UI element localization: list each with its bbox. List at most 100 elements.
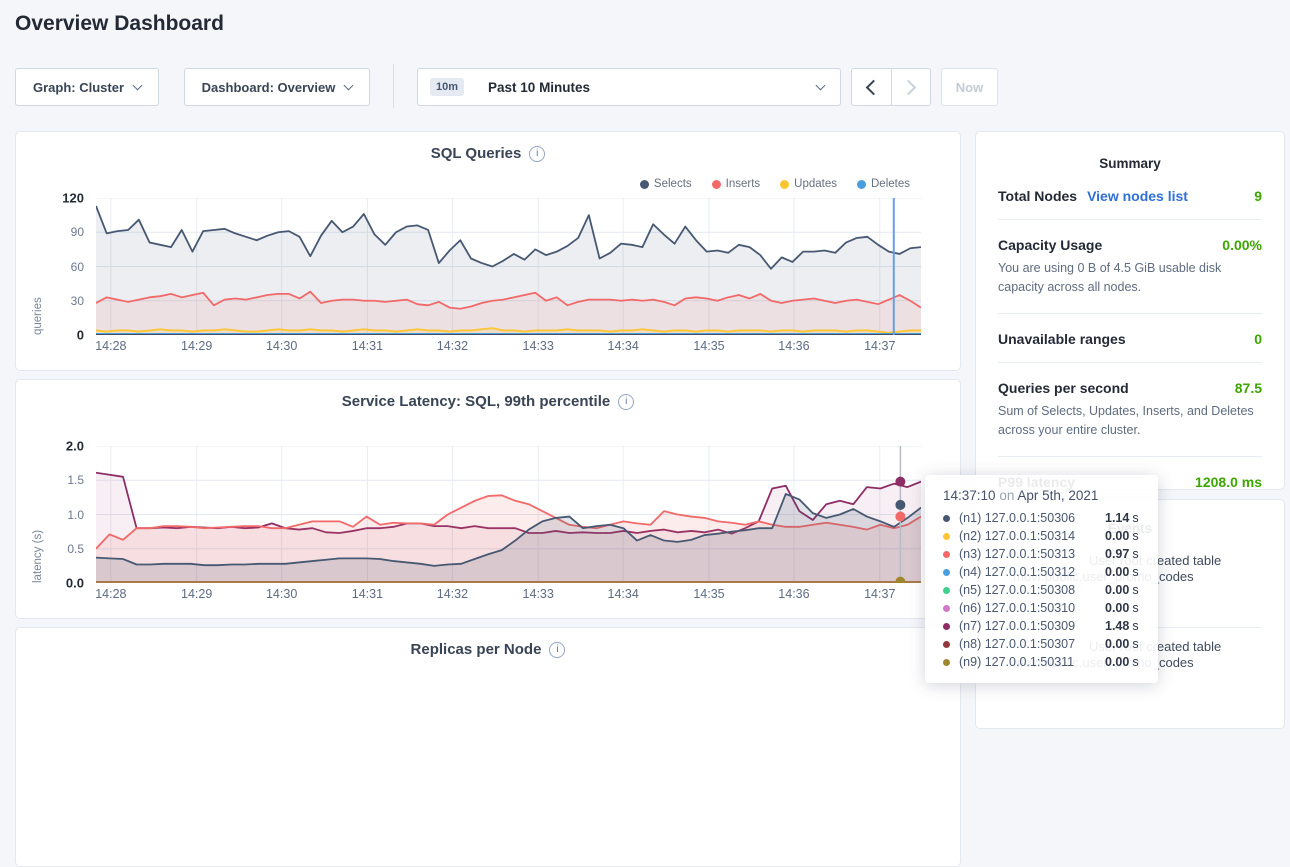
x-tick-label: 14:29 bbox=[172, 587, 222, 601]
y-tick-label: 1.0 bbox=[67, 508, 84, 522]
y-tick-label: 120 bbox=[62, 191, 84, 206]
next-range-button[interactable] bbox=[891, 68, 932, 106]
node-address: (n7) 127.0.0.1:50309 bbox=[959, 619, 1105, 633]
x-tick-label: 14:34 bbox=[598, 587, 648, 601]
legend-label: Updates bbox=[794, 178, 837, 190]
x-tick-label: 14:36 bbox=[769, 339, 819, 353]
x-tick-label: 14:33 bbox=[513, 339, 563, 353]
chart-hover-tooltip: 14:37:10 on Apr 5th, 2021 (n1) 127.0.0.1… bbox=[925, 475, 1158, 683]
node-color-dot bbox=[943, 623, 950, 630]
x-tick-label: 14:34 bbox=[598, 339, 648, 353]
node-latency-value: 0.00 bbox=[1105, 601, 1129, 615]
node-color-dot bbox=[943, 605, 950, 612]
total-nodes-label: Total Nodes bbox=[998, 188, 1077, 204]
node-latency-value: 1.14 bbox=[1105, 511, 1129, 525]
y-tick-label: 2.0 bbox=[66, 439, 84, 454]
node-latency-unit: s bbox=[1132, 655, 1138, 669]
service-latency-plot[interactable] bbox=[96, 446, 921, 583]
x-tick-label: 14:31 bbox=[342, 339, 392, 353]
chart-title: Replicas per Node bbox=[411, 641, 542, 658]
tooltip-node-row: (n5) 127.0.0.1:503080.00s bbox=[943, 581, 1146, 599]
node-color-dot bbox=[943, 533, 950, 540]
legend-item-updates[interactable]: Updates bbox=[780, 178, 837, 190]
legend-dot bbox=[712, 180, 721, 189]
node-latency-unit: s bbox=[1132, 583, 1138, 597]
capacity-usage-desc: You are using 0 B of 4.5 GiB usable disk… bbox=[998, 259, 1262, 298]
node-latency-unit: s bbox=[1132, 601, 1138, 615]
node-address: (n2) 127.0.0.1:50314 bbox=[959, 529, 1105, 543]
node-latency-value: 0.00 bbox=[1105, 583, 1129, 597]
toolbar-divider bbox=[393, 64, 394, 108]
node-color-dot bbox=[943, 551, 950, 558]
page-title: Overview Dashboard bbox=[15, 12, 224, 36]
chevron-right-icon bbox=[901, 79, 917, 95]
x-axis-ticks: 14:2814:2914:3014:3114:3214:3314:3414:35… bbox=[96, 339, 921, 355]
unavailable-ranges-label: Unavailable ranges bbox=[998, 331, 1126, 347]
x-tick-label: 14:29 bbox=[172, 339, 222, 353]
prev-range-button[interactable] bbox=[851, 68, 891, 106]
legend-item-inserts[interactable]: Inserts bbox=[712, 178, 761, 190]
node-latency-value: 0.97 bbox=[1105, 547, 1129, 561]
p99-latency-value: 1208.0 ms bbox=[1195, 474, 1262, 490]
view-nodes-list-link[interactable]: View nodes list bbox=[1087, 188, 1188, 204]
y-tick-label: 60 bbox=[71, 260, 84, 274]
tooltip-node-row: (n2) 127.0.0.1:503140.00s bbox=[943, 527, 1146, 545]
legend-item-selects[interactable]: Selects bbox=[640, 178, 692, 190]
node-color-dot bbox=[943, 587, 950, 594]
legend-label: Deletes bbox=[871, 178, 910, 190]
x-tick-label: 14:32 bbox=[427, 339, 477, 353]
tooltip-node-row: (n9) 127.0.0.1:503110.00s bbox=[943, 653, 1146, 671]
dashboard-dropdown[interactable]: Dashboard: Overview bbox=[184, 68, 370, 106]
x-tick-label: 14:36 bbox=[769, 587, 819, 601]
node-address: (n1) 127.0.0.1:50306 bbox=[959, 511, 1105, 525]
x-tick-label: 14:35 bbox=[684, 339, 734, 353]
queries-per-second-value: 87.5 bbox=[1235, 380, 1262, 396]
capacity-usage-value: 0.00% bbox=[1222, 237, 1262, 253]
info-icon[interactable]: i bbox=[549, 642, 565, 658]
y-axis-ticks: 0.00.51.01.52.0 bbox=[16, 446, 88, 583]
chart-title: SQL Queries bbox=[431, 145, 522, 162]
dashboard-dropdown-label: Dashboard: Overview bbox=[202, 80, 336, 95]
service-latency-chart-panel: Service Latency: SQL, 99th percentile i … bbox=[15, 379, 961, 619]
y-tick-label: 0.0 bbox=[66, 576, 84, 591]
capacity-usage-label: Capacity Usage bbox=[998, 237, 1102, 253]
chart-legend: Selects Inserts Updates Deletes bbox=[640, 178, 910, 190]
chevron-left-icon bbox=[865, 79, 881, 95]
y-tick-label: 30 bbox=[71, 294, 84, 308]
node-latency-unit: s bbox=[1132, 529, 1138, 543]
node-address: (n6) 127.0.0.1:50310 bbox=[959, 601, 1105, 615]
legend-label: Inserts bbox=[726, 178, 761, 190]
queries-per-second-desc: Sum of Selects, Updates, Inserts, and De… bbox=[998, 402, 1262, 441]
graph-dropdown-label: Graph: Cluster bbox=[33, 80, 124, 95]
x-tick-label: 14:37 bbox=[855, 339, 905, 353]
time-range-picker[interactable]: 10m Past 10 Minutes bbox=[417, 68, 841, 106]
node-color-dot bbox=[943, 515, 950, 522]
node-address: (n3) 127.0.0.1:50313 bbox=[959, 547, 1105, 561]
x-tick-label: 14:33 bbox=[513, 587, 563, 601]
x-tick-label: 14:30 bbox=[257, 339, 307, 353]
legend-dot bbox=[857, 180, 866, 189]
node-latency-value: 0.00 bbox=[1105, 655, 1129, 669]
node-latency-value: 0.00 bbox=[1105, 565, 1129, 579]
node-latency-value: 1.48 bbox=[1105, 619, 1129, 633]
x-axis-ticks: 14:2814:2914:3014:3114:3214:3314:3414:35… bbox=[96, 587, 921, 603]
tooltip-node-row: (n3) 127.0.0.1:503130.97s bbox=[943, 545, 1146, 563]
chevron-down-icon bbox=[344, 80, 354, 90]
info-icon[interactable]: i bbox=[618, 394, 634, 410]
sql-queries-chart-panel: SQL Queries i Selects Inserts Updates Delet… bbox=[15, 131, 961, 371]
y-tick-label: 0.5 bbox=[67, 542, 84, 556]
tooltip-node-row: (n8) 127.0.0.1:503070.00s bbox=[943, 635, 1146, 653]
now-button[interactable]: Now bbox=[941, 68, 998, 106]
legend-item-deletes[interactable]: Deletes bbox=[857, 178, 910, 190]
total-nodes-value: 9 bbox=[1254, 188, 1262, 204]
sql-queries-plot[interactable] bbox=[96, 198, 921, 335]
y-tick-label: 90 bbox=[71, 225, 84, 239]
tooltip-node-row: (n6) 127.0.0.1:503100.00s bbox=[943, 599, 1146, 617]
tooltip-node-row: (n4) 127.0.0.1:503120.00s bbox=[943, 563, 1146, 581]
node-latency-unit: s bbox=[1132, 511, 1138, 525]
legend-dot bbox=[780, 180, 789, 189]
y-tick-label: 0 bbox=[77, 328, 84, 343]
info-icon[interactable]: i bbox=[529, 146, 545, 162]
node-color-dot bbox=[943, 641, 950, 648]
graph-dropdown[interactable]: Graph: Cluster bbox=[15, 68, 159, 106]
